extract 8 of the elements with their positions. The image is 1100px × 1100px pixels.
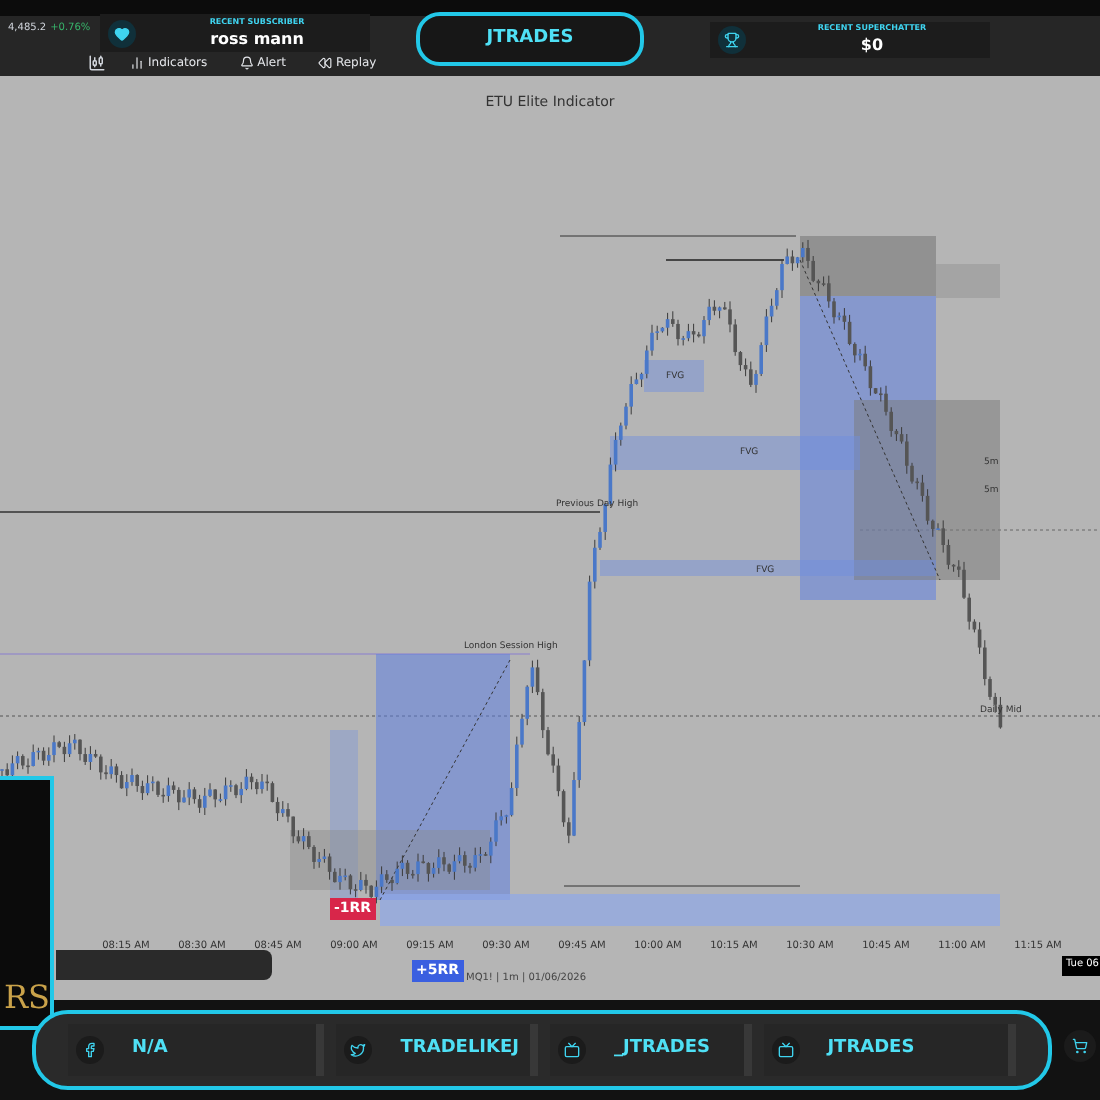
superchat-amount: $0 bbox=[860, 34, 884, 58]
subscriber-name: ross mann bbox=[210, 27, 304, 51]
social-item[interactable]: _JTRADES bbox=[550, 1024, 752, 1076]
side-panel-text: RS bbox=[3, 982, 50, 1014]
social-item[interactable]: N/A bbox=[68, 1024, 325, 1076]
social-item[interactable]: TRADELIKEJ bbox=[336, 1024, 538, 1076]
brand-badge: JTRADES bbox=[416, 12, 644, 66]
social-item[interactable]: JTRADES bbox=[763, 1024, 1017, 1076]
